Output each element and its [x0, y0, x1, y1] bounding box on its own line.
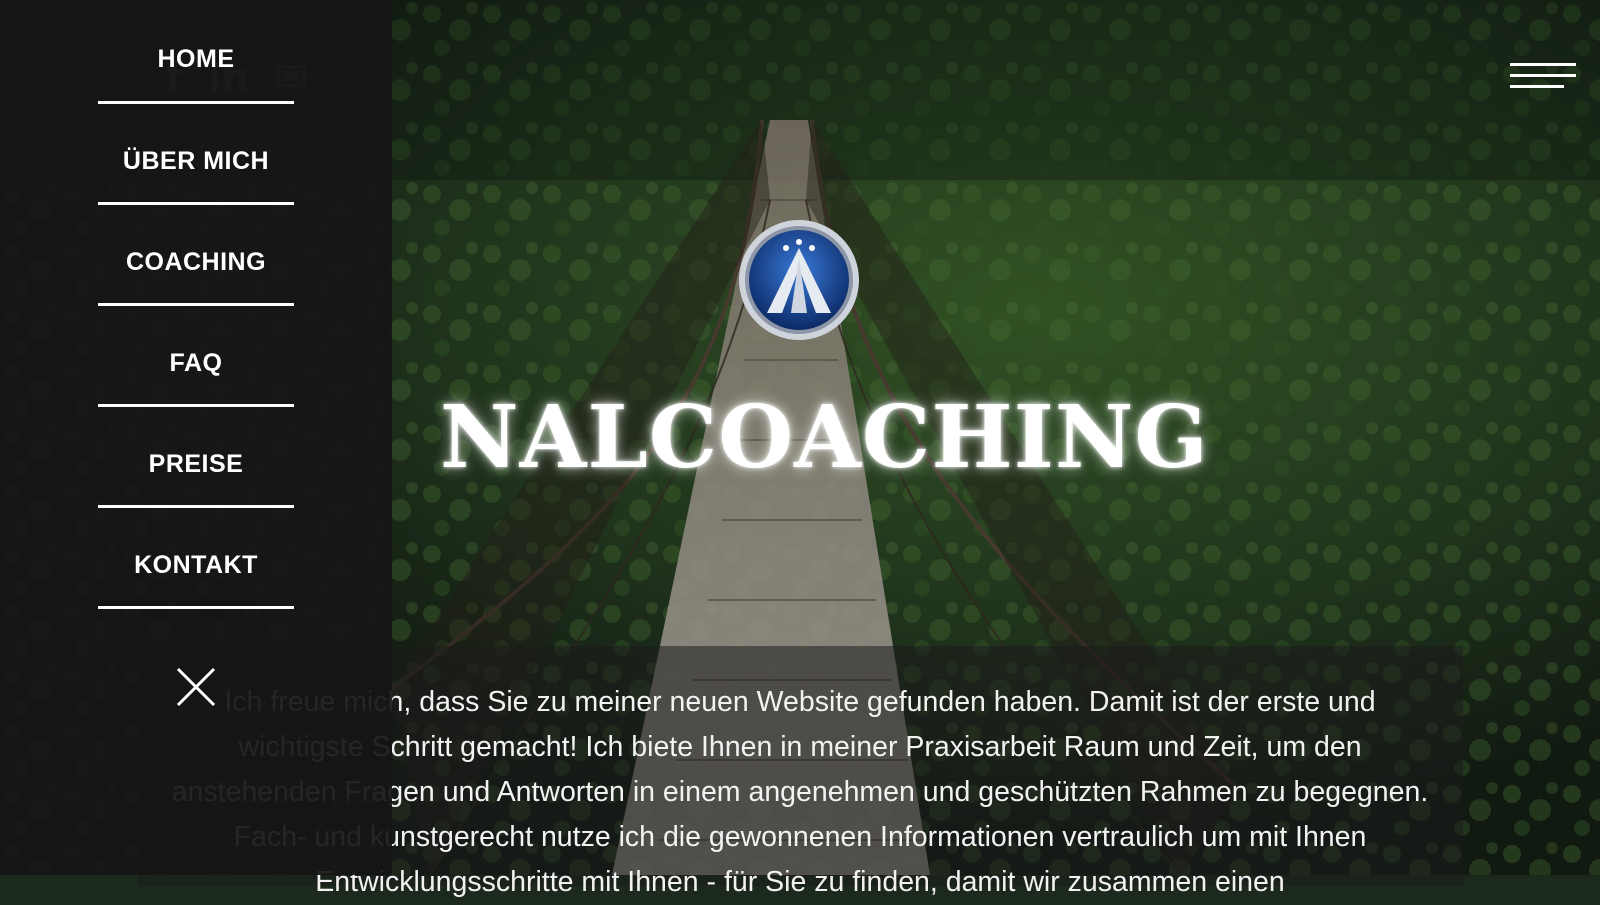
menu-item-preise[interactable]: PREISE: [98, 407, 294, 508]
hamburger-menu-icon[interactable]: [1510, 63, 1576, 97]
site-title: NALCOACHING: [440, 387, 1209, 488]
menu-item-kontakt[interactable]: KONTAKT: [98, 508, 294, 609]
menu-item-home[interactable]: HOME: [98, 0, 294, 104]
menu-item-coaching[interactable]: COACHING: [98, 205, 294, 306]
menu-item-faq[interactable]: FAQ: [98, 306, 294, 407]
close-icon[interactable]: [176, 667, 216, 707]
logo-emblem: [737, 218, 861, 342]
side-menu: HOME ÜBER MICH COACHING FAQ PREISE KONTA…: [0, 0, 392, 875]
menu-list: HOME ÜBER MICH COACHING FAQ PREISE KONTA…: [98, 0, 294, 609]
menu-item-ueber-mich[interactable]: ÜBER MICH: [98, 104, 294, 205]
